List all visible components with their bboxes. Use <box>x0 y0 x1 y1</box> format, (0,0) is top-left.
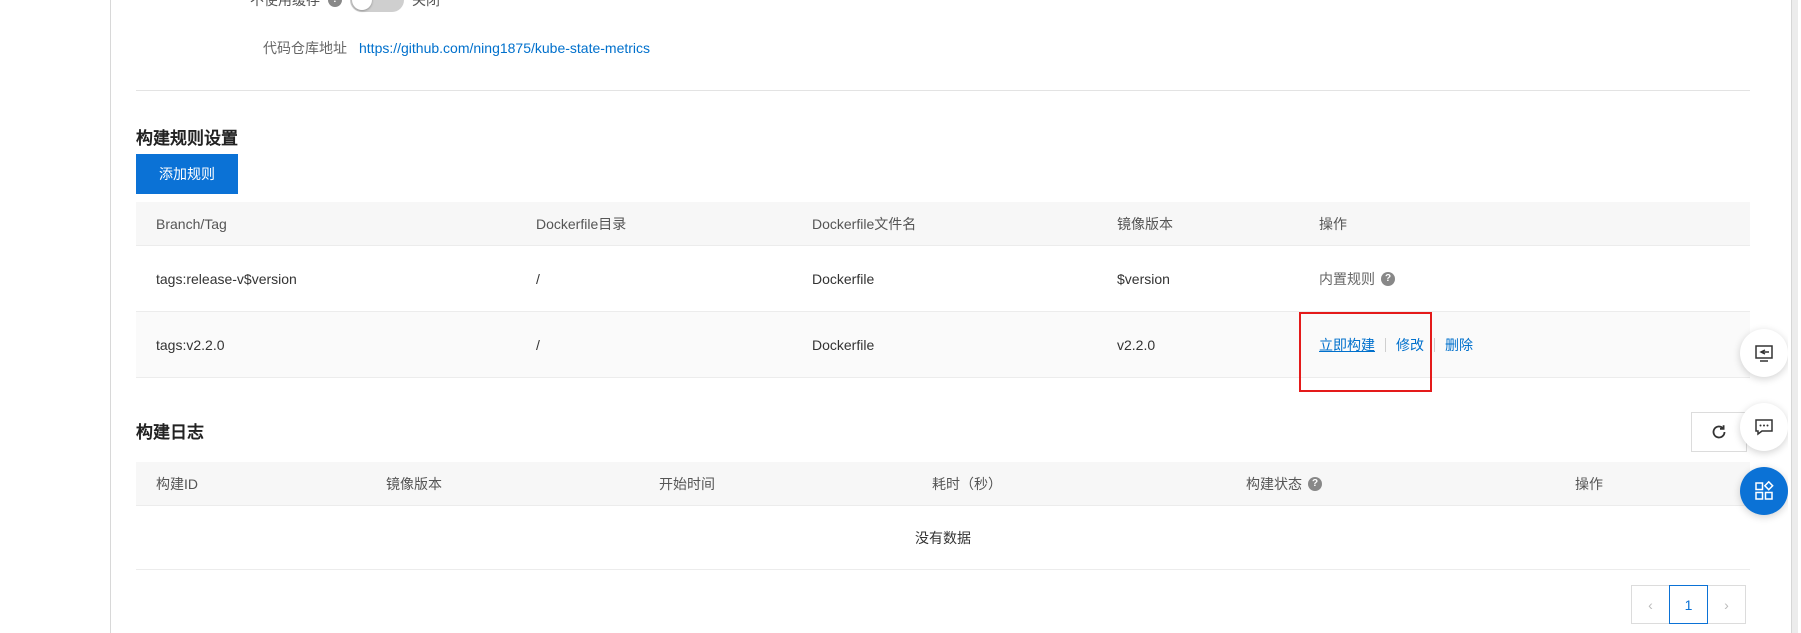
repo-url-link[interactable]: https://github.com/ning1875/kube-state-m… <box>359 40 650 56</box>
column-header: 操作 <box>1319 215 1347 232</box>
chevron-right-icon: › <box>1724 596 1729 613</box>
chat-icon <box>1755 419 1773 436</box>
table-row: tags:v2.2.0 / Dockerfile v2.2.0 立即构建 修改 … <box>136 312 1750 378</box>
sidebar-toggle-button[interactable] <box>1740 329 1788 377</box>
help-icon[interactable]: ? <box>328 0 342 7</box>
column-header: 镜像版本 <box>1117 215 1173 232</box>
dockerfile-dir-cell: / <box>536 270 540 287</box>
table-row: tags:release-v$version / Dockerfile $ver… <box>136 246 1750 312</box>
build-logs-title: 构建日志 <box>136 423 204 442</box>
delete-link[interactable]: 删除 <box>1445 335 1473 355</box>
no-cache-toggle[interactable] <box>350 0 404 12</box>
pagination: ‹ 1 › <box>1631 585 1746 624</box>
build-rules-table: Branch/Tag Dockerfile目录 Dockerfile文件名 镜像… <box>136 202 1750 378</box>
repo-url-row: 代码仓库地址 https://github.com/ning1875/kube-… <box>263 38 650 58</box>
panel-collapse-icon <box>1755 345 1773 362</box>
column-header: 构建状态 ? <box>1226 474 1555 494</box>
image-version-cell: v2.2.0 <box>1117 336 1156 353</box>
empty-state: 没有数据 <box>136 506 1750 570</box>
branch-tag-cell: tags:release-v$version <box>156 270 297 287</box>
table-header: Branch/Tag Dockerfile目录 Dockerfile文件名 镜像… <box>136 202 1750 246</box>
column-header: Dockerfile目录 <box>536 215 627 232</box>
apps-grid-icon <box>1755 480 1774 500</box>
refresh-icon <box>1712 425 1726 439</box>
image-version-cell: $version <box>1117 270 1170 287</box>
help-icon[interactable]: ? <box>1308 476 1322 491</box>
action-separator <box>1434 337 1435 352</box>
scrollbar-thumb[interactable] <box>1791 0 1798 633</box>
dockerfile-name-cell: Dockerfile <box>812 336 875 353</box>
chevron-left-icon: ‹ <box>1648 596 1653 613</box>
repo-url-label: 代码仓库地址 <box>263 40 347 56</box>
column-header: Branch/Tag <box>156 215 227 232</box>
builtin-rule-label: 内置规则 ? <box>1319 269 1395 289</box>
column-header: 构建ID <box>156 475 198 492</box>
section-divider <box>136 90 1750 91</box>
column-header: Dockerfile文件名 <box>812 215 917 232</box>
table-header: 构建ID 镜像版本 开始时间 耗时（秒） 构建状态 ? 操作 <box>136 462 1750 506</box>
column-header: 镜像版本 <box>386 475 442 492</box>
help-icon[interactable]: ? <box>1381 271 1395 286</box>
dockerfile-dir-cell: / <box>536 336 540 353</box>
page-left-border <box>110 0 111 633</box>
build-status-header-text: 构建状态 <box>1246 475 1302 492</box>
column-header: 开始时间 <box>659 475 715 492</box>
annotation-highlight-box <box>1299 312 1432 392</box>
next-page-button[interactable]: › <box>1707 585 1746 624</box>
branch-tag-cell: tags:v2.2.0 <box>156 336 225 353</box>
apps-button[interactable] <box>1740 467 1788 515</box>
no-cache-setting-row: 不使用缓存 ? 关闭 <box>230 0 440 12</box>
dockerfile-name-cell: Dockerfile <box>812 270 875 287</box>
toggle-state-text: 关闭 <box>412 0 440 8</box>
no-cache-label: 不使用缓存 <box>250 0 320 8</box>
refresh-button[interactable] <box>1691 412 1747 452</box>
feedback-button[interactable] <box>1740 403 1788 451</box>
actions-cell: 内置规则 ? <box>1299 269 1750 289</box>
prev-page-button[interactable]: ‹ <box>1631 585 1670 624</box>
build-logs-table: 构建ID 镜像版本 开始时间 耗时（秒） 构建状态 ? 操作 没有数据 <box>136 462 1750 570</box>
page-number-button[interactable]: 1 <box>1669 585 1708 624</box>
column-header: 耗时（秒） <box>932 475 1002 492</box>
builtin-rule-text: 内置规则 <box>1319 270 1375 287</box>
column-header: 操作 <box>1575 475 1603 492</box>
build-rules-title: 构建规则设置 <box>136 129 238 148</box>
toggle-knob <box>352 0 372 10</box>
add-rule-button[interactable]: 添加规则 <box>136 154 238 194</box>
